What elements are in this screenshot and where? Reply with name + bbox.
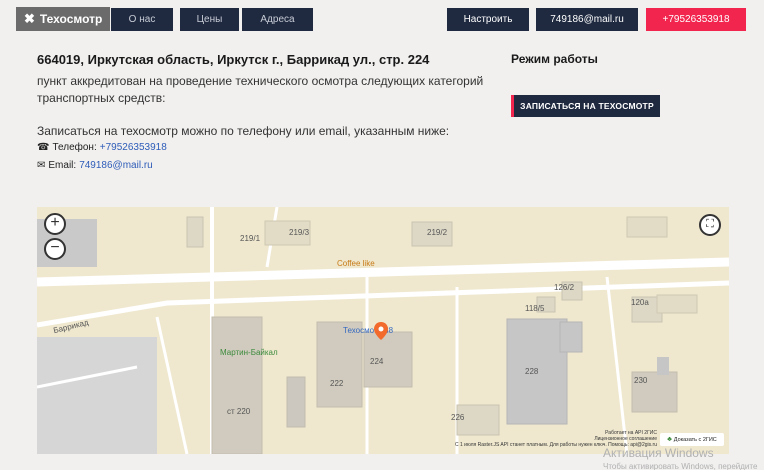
phone-button[interactable]: +79526353918 xyxy=(646,8,746,31)
contact-email: ✉ Email: 749186@mail.ru xyxy=(37,160,153,171)
map-label-224: 224 xyxy=(370,357,384,366)
map-label-222: 222 xyxy=(330,379,344,388)
map-label-coffee: Coffee like xyxy=(337,259,375,268)
map-label-118-5: 118/5 xyxy=(525,304,545,313)
tree-icon: ♣ xyxy=(667,436,672,443)
map-label-230: 230 xyxy=(634,376,648,385)
map-label-226: 226 xyxy=(451,413,465,422)
zoom-in-button[interactable]: + xyxy=(44,213,66,235)
email-link[interactable]: 749186@mail.ru xyxy=(79,160,153,171)
signup-button[interactable]: ЗАПИСАТЬСЯ НА ТЕХОСМОТР xyxy=(511,95,660,117)
top-nav: ✖ Техосмотр О нас Цены Адреса Настроить … xyxy=(0,0,764,40)
zoom-out-button[interactable]: − xyxy=(44,238,66,260)
nav-prices[interactable]: Цены xyxy=(180,8,239,31)
nav-about[interactable]: О нас xyxy=(111,8,173,31)
hours-title: Режим работы xyxy=(511,52,598,66)
map-label-219-2: 219/2 xyxy=(427,228,448,237)
windows-watermark: Активация Windows xyxy=(603,446,714,460)
contact-phone: ☎ Телефон: +79526353918 xyxy=(37,142,167,153)
phone-label: Телефон: xyxy=(52,142,97,153)
map-label-martin: Мартин-Байкал xyxy=(220,348,278,357)
envelope-icon: ✉ xyxy=(37,160,46,171)
email-label: Email: xyxy=(48,160,77,171)
email-button[interactable]: 749186@mail.ru xyxy=(536,8,638,31)
config-button[interactable]: Настроить xyxy=(447,8,529,31)
phone-icon: ☎ xyxy=(37,142,50,153)
map-label-120a: 120а xyxy=(631,298,649,307)
address-title: 664019, Иркутская область, Иркутск г., Б… xyxy=(37,52,430,67)
signup-text: Записаться на техосмотр можно по телефон… xyxy=(37,124,450,138)
map-label-st220: ст 220 xyxy=(227,407,251,416)
nav-addresses[interactable]: Адреса xyxy=(242,8,313,31)
map-label-219-1: 219/1 xyxy=(240,234,261,243)
open-2gis-button[interactable]: ♣ Доказать с 2ГИС xyxy=(660,433,724,446)
wrench-icon: ✖ xyxy=(24,11,35,26)
brand-name: Техосмотр xyxy=(39,12,103,26)
map-label-219-3: 219/3 xyxy=(289,228,310,237)
open-2gis-label: Доказать с 2ГИС xyxy=(673,436,717,443)
windows-watermark-sub: Чтобы активировать Windows, перейдите xyxy=(603,462,758,470)
brand-logo[interactable]: ✖ Техосмотр xyxy=(16,7,110,31)
location-pin-icon[interactable] xyxy=(374,322,388,340)
phone-link[interactable]: +79526353918 xyxy=(100,142,167,153)
fullscreen-icon[interactable]: ⛶ xyxy=(699,214,721,236)
map-label-126-2: 126/2 xyxy=(554,283,575,292)
description: пункт аккредитован на проведение техниче… xyxy=(37,74,484,105)
map-label-228: 228 xyxy=(525,367,539,376)
